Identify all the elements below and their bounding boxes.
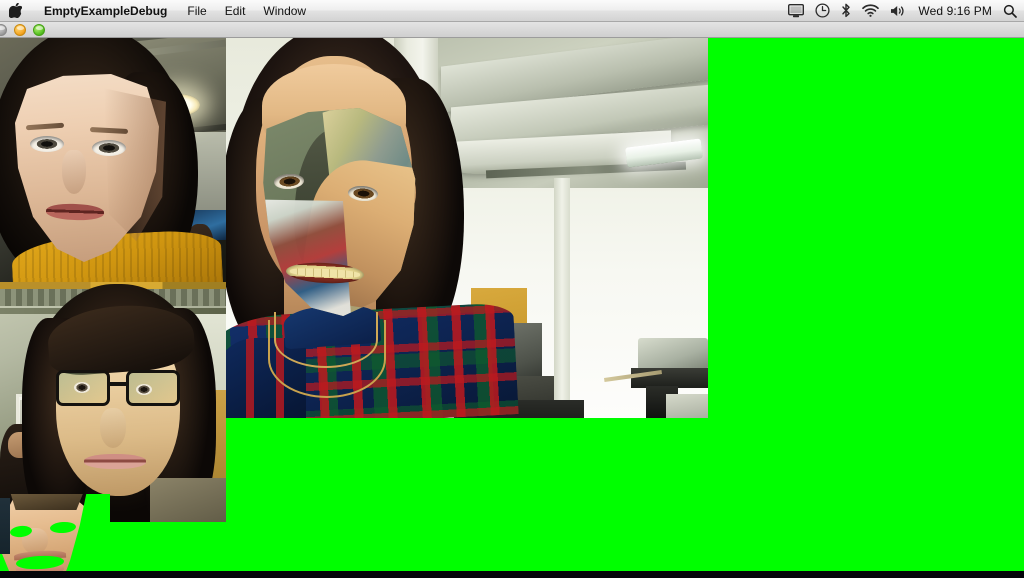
patterned-shirt [150,478,226,522]
face-cutout-texture[interactable] [0,494,110,571]
apple-menu[interactable] [0,0,33,21]
desk-surface [631,368,708,388]
cutout-hair-edge [10,494,83,510]
eye-left [74,382,90,393]
glasses-bridge [110,382,126,386]
menu-bar-left: EmptyExampleDebug File Edit Window [0,0,315,21]
menu-item-window[interactable]: Window [254,0,315,21]
close-button[interactable] [0,24,7,36]
necklace [268,320,386,398]
screen: EmptyExampleDebug File Edit Window Wed 9… [0,0,1024,578]
window-controls [0,24,45,36]
window-title-bar[interactable] [0,22,1024,38]
eye-right [92,140,126,156]
glasses-lens-right [126,370,180,406]
menu-bar: EmptyExampleDebug File Edit Window Wed 9… [0,0,1024,22]
main-webcam-feed[interactable] [226,38,708,418]
app-window [0,22,1024,578]
nose [100,408,126,448]
menu-bar-clock[interactable]: Wed 9:16 PM [918,4,992,18]
minimize-button[interactable] [14,24,26,36]
mouth [84,454,146,469]
wifi-icon[interactable] [862,0,880,22]
source-face-thumbnail-1[interactable] [0,38,226,282]
eye-left [30,136,64,152]
desk-clutter [638,338,708,370]
volume-icon[interactable] [890,0,907,22]
menu-bar-status-area: Wed 9:16 PM [788,0,1024,21]
nose [62,150,86,194]
openframeworks-canvas[interactable] [0,38,1024,571]
eye-right [136,384,152,395]
bluetooth-icon[interactable] [841,0,851,22]
window-bottom-edge [0,571,1024,578]
support-column [554,178,570,418]
zoom-button[interactable] [33,24,45,36]
search-icon[interactable] [1003,0,1017,22]
display-icon[interactable] [788,0,805,22]
menu-item-edit[interactable]: Edit [216,0,255,21]
floor-box [666,394,708,418]
menu-app-title[interactable]: EmptyExampleDebug [33,0,178,21]
cutout-edge-artifact [0,498,10,554]
source-face-thumbnail-2[interactable] [0,282,226,522]
menu-item-file[interactable]: File [178,0,215,21]
time-machine-icon[interactable] [815,0,830,22]
